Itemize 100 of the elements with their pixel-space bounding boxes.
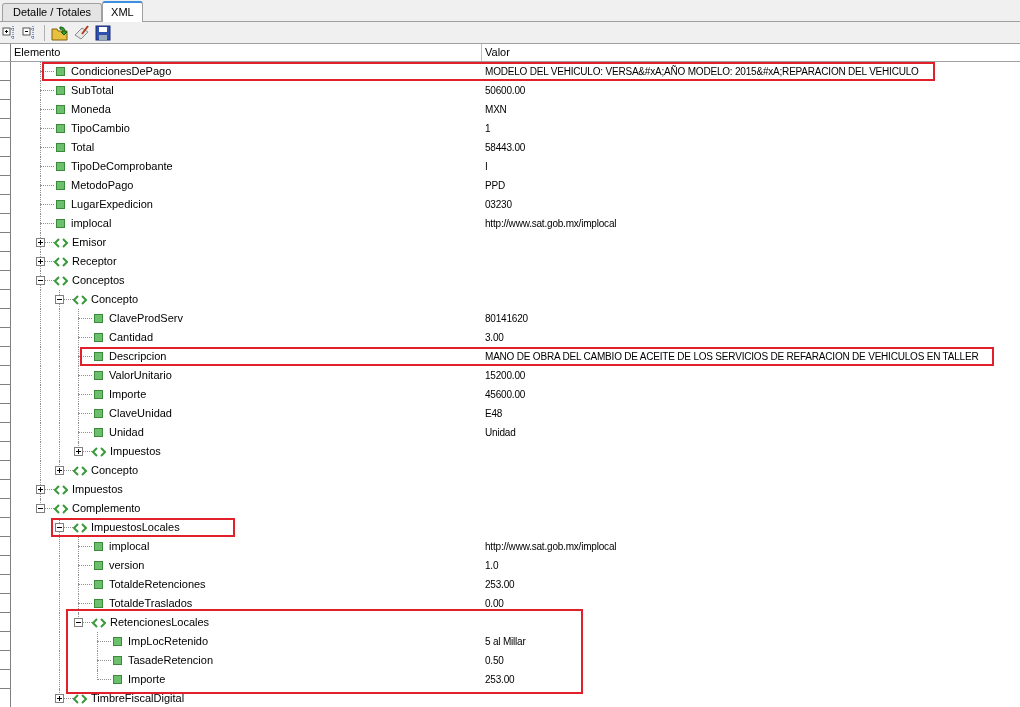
node-label[interactable]: TipoDeComprobante	[71, 157, 173, 176]
row-header	[0, 290, 11, 309]
tab[interactable]: Detalle / Totales	[2, 3, 103, 21]
node-label[interactable]: Concepto	[91, 461, 139, 480]
attribute-icon	[113, 675, 122, 684]
expand-icon[interactable]	[36, 238, 45, 247]
node-label[interactable]: Importe	[128, 670, 166, 689]
collapse-icon[interactable]	[74, 618, 83, 627]
node-label[interactable]: SubTotal	[71, 81, 114, 100]
node-label[interactable]: Receptor	[72, 252, 117, 271]
collapse-icon[interactable]	[36, 276, 45, 285]
row-header	[0, 252, 11, 271]
element-icon	[73, 522, 87, 533]
node-label[interactable]: RetencionesLocales	[110, 613, 210, 632]
row-header	[0, 271, 11, 290]
value-cell: MANO DE OBRA DEL CAMBIO DE ACEITE DE LOS SERVICIOS DE REFARACION DE VEHICULOS EN TALLER	[485, 347, 979, 366]
row-header	[0, 81, 11, 100]
column-header[interactable]: Elemento	[11, 44, 482, 61]
node-label[interactable]: Emisor	[72, 233, 107, 252]
expand-icon[interactable]	[74, 447, 83, 456]
element-icon	[54, 503, 68, 514]
row-header	[0, 423, 11, 442]
value-cell: MODELO DEL VEHICULO: VERSA&#xA;AÑO MODELO: 2015&#xA;REPARACION DEL VEHICULO	[485, 62, 919, 81]
row-header	[0, 556, 11, 575]
row-header	[0, 138, 11, 157]
node-label[interactable]: TimbreFiscalDigital	[91, 689, 185, 707]
node-label[interactable]: implocal	[71, 214, 112, 233]
value-cell-text: 0.50	[485, 654, 504, 668]
attribute-icon	[94, 371, 103, 380]
node-label[interactable]: Moneda	[71, 100, 111, 119]
expand-icon[interactable]	[55, 466, 64, 475]
value-cell-text: 253.00	[485, 578, 515, 592]
value-cell-text: 45600.00	[485, 388, 526, 402]
column-header[interactable]: Valor	[482, 44, 1020, 61]
node-label[interactable]: ClaveUnidad	[109, 404, 172, 423]
expand-icon[interactable]	[36, 485, 45, 494]
element-icon	[54, 237, 68, 248]
row-header	[0, 157, 11, 176]
node-label[interactable]: Impuestos	[72, 480, 123, 499]
node-label[interactable]: TotaldeTraslados	[109, 594, 193, 613]
eraser-icon[interactable]	[73, 24, 91, 41]
row-header	[0, 499, 11, 518]
row-header	[0, 195, 11, 214]
collapse-icon[interactable]	[36, 504, 45, 513]
element-icon	[92, 617, 106, 628]
node-label[interactable]: MetodoPago	[71, 176, 134, 195]
element-icon	[73, 693, 87, 704]
tab[interactable]: XML	[102, 1, 143, 22]
node-label[interactable]: Impuestos	[110, 442, 161, 461]
row-header	[0, 461, 11, 480]
attribute-icon	[56, 162, 65, 171]
collapse-icon[interactable]	[55, 295, 64, 304]
row-header	[0, 385, 11, 404]
row-header	[0, 442, 11, 461]
row-header	[0, 366, 11, 385]
node-label[interactable]: Unidad	[109, 423, 144, 442]
row-header	[0, 480, 11, 499]
element-icon	[54, 256, 68, 267]
value-cell-text: http://www.sat.gob.mx/implocal	[485, 217, 617, 231]
node-label[interactable]: ValorUnitario	[109, 366, 172, 385]
value-cell-text: 253.00	[485, 673, 515, 687]
attribute-icon	[94, 314, 103, 323]
node-label[interactable]: ImpuestosLocales	[91, 518, 180, 537]
node-label[interactable]: implocal	[109, 537, 150, 556]
row-header	[0, 651, 11, 670]
node-label[interactable]: ClaveProdServ	[109, 309, 183, 328]
attribute-icon	[56, 86, 65, 95]
attribute-icon	[56, 143, 65, 152]
node-label[interactable]: TipoCambio	[71, 119, 130, 138]
node-label[interactable]: Importe	[109, 385, 147, 404]
value-cell-text: 03230	[485, 198, 512, 212]
node-label[interactable]: LugarExpedicion	[71, 195, 153, 214]
expand-icon[interactable]	[55, 694, 64, 703]
collapse-icon[interactable]	[55, 523, 64, 532]
attribute-icon	[113, 656, 122, 665]
row-header	[0, 176, 11, 195]
node-label[interactable]: Conceptos	[72, 271, 125, 290]
folder-icon[interactable]	[51, 24, 69, 41]
node-label[interactable]: ImpLocRetenido	[128, 632, 209, 651]
attribute-icon	[56, 67, 65, 76]
value-cell-text: Unidad	[485, 426, 516, 440]
element-icon	[92, 446, 106, 457]
row-header	[0, 670, 11, 689]
attribute-icon	[56, 219, 65, 228]
node-label[interactable]: Complemento	[72, 499, 141, 518]
expand-icon[interactable]	[36, 257, 45, 266]
node-label[interactable]: CondicionesDePago	[71, 62, 172, 81]
node-label[interactable]: Cantidad	[109, 328, 154, 347]
node-label[interactable]: TasadeRetencion	[128, 651, 213, 670]
node-label[interactable]: TotaldeRetenciones	[109, 575, 206, 594]
attribute-icon	[94, 390, 103, 399]
row-header	[0, 309, 11, 328]
value-cell-text: http://www.sat.gob.mx/implocal	[485, 540, 617, 554]
value-cell-text: 5 al Millar	[485, 635, 526, 649]
save-icon[interactable]	[95, 24, 111, 41]
node-label[interactable]: version	[109, 556, 145, 575]
node-label[interactable]: Concepto	[91, 290, 139, 309]
node-label[interactable]: Total	[71, 138, 95, 157]
attribute-icon	[94, 428, 103, 437]
node-label[interactable]: Descripcion	[109, 347, 167, 366]
